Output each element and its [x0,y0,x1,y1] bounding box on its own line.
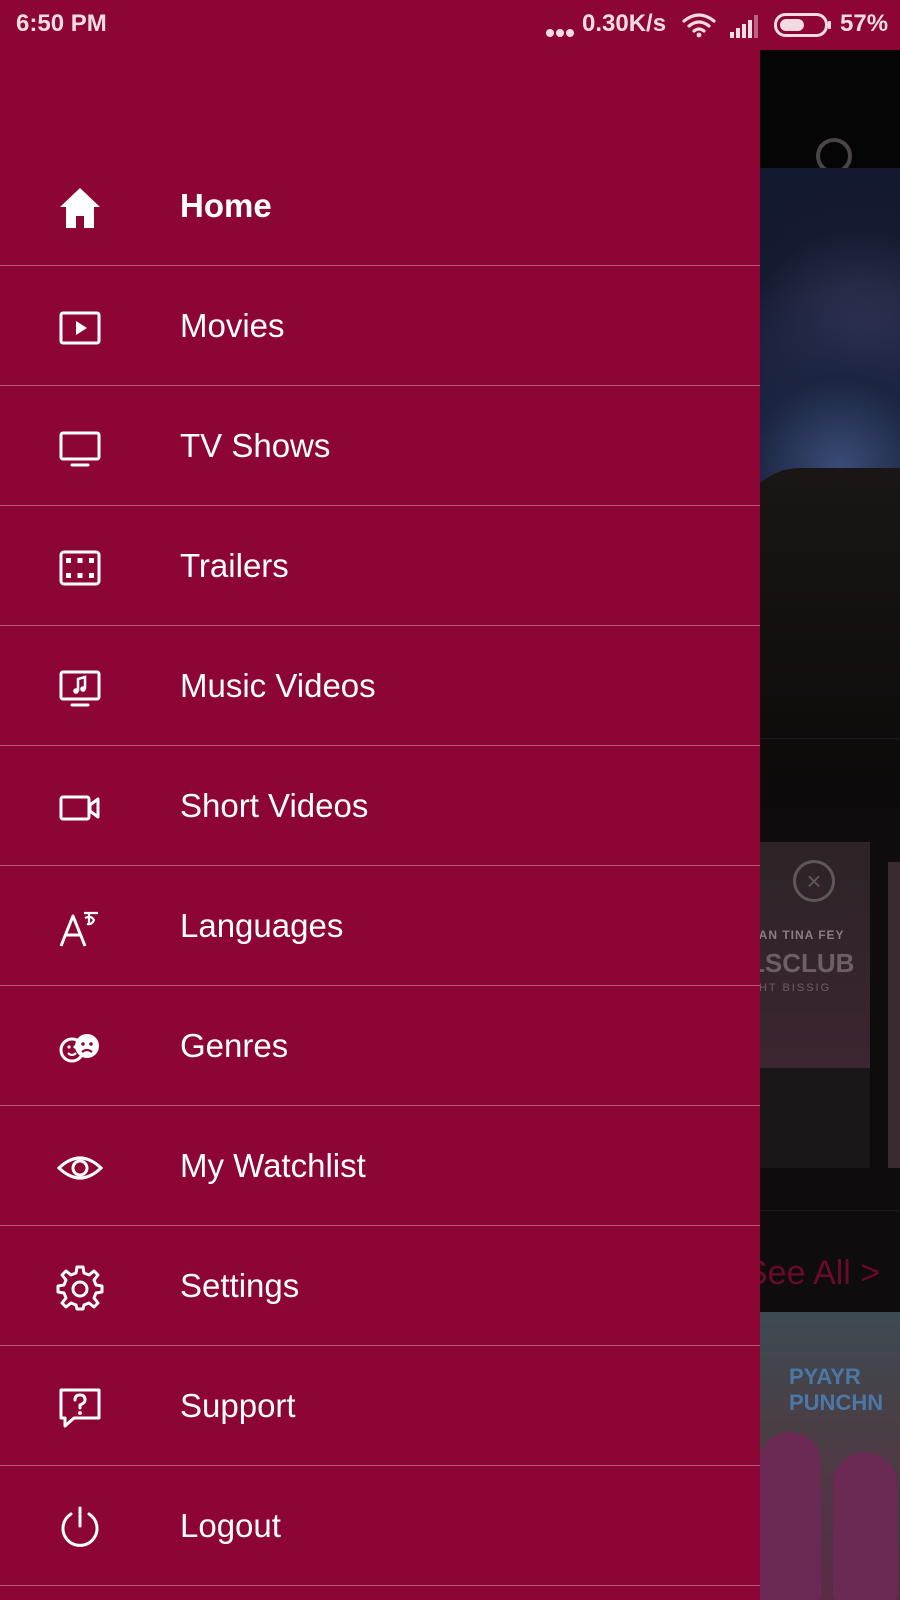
drawer-item-genres[interactable]: Genres [0,986,760,1106]
navigation-drawer: Home Movies TV Shows Trailers Music Vide… [0,50,760,1600]
drawer-item-label: Short Videos [180,787,369,824]
theater-masks-icon [56,1024,104,1072]
poster-title-line: PYAYR [789,1364,861,1389]
power-icon [56,1504,104,1552]
drawer-item-label: Logout [180,1507,281,1544]
network-speed: 0.30K/s [582,10,667,37]
poster-person [759,1432,821,1600]
drawer-item-trailers[interactable]: Trailers [0,506,760,626]
card-subtitle-text: CHT BISSIG [749,982,832,994]
wifi-icon [682,13,716,38]
drawer-item-music-videos[interactable]: Music Videos [0,626,760,746]
drawer-item-label: Trailers [180,547,289,584]
drawer-item-label: Support [180,1387,296,1424]
drawer-item-label: My Watchlist [180,1147,366,1184]
drawer-item-languages[interactable]: Languages [0,866,760,986]
drawer-item-label: Genres [180,1027,289,1064]
music-monitor-icon [56,664,104,712]
drawer-item-label: Languages [180,907,344,944]
card-poster: × HAN TINA FEY LSCLUB CHT BISSIG [745,842,870,1068]
battery-icon [774,13,831,37]
more-notifications-icon [546,24,580,37]
drawer-item-label: TV Shows [180,427,331,464]
content-card[interactable]: × HAN TINA FEY LSCLUB CHT BISSIG [745,842,870,1168]
drawer-item-movies[interactable]: Movies [0,266,760,386]
drawer-item-tv-shows[interactable]: TV Shows [0,386,760,506]
play-box-icon [56,304,104,352]
video-camera-icon [56,784,104,832]
poster-person [833,1452,897,1600]
card-credit-text: HAN TINA FEY [749,928,845,942]
status-bar: 6:50 PM 0.30K/s 57% [0,0,900,50]
drawer-item-label: Music Videos [180,667,376,704]
battery-percent: 57% [840,10,889,37]
language-icon [56,904,104,952]
drawer-item-short-videos[interactable]: Short Videos [0,746,760,866]
drawer-item-settings[interactable]: Settings [0,1226,760,1346]
card-title-text: LSCLUB [749,948,855,978]
app-screen: × HAN TINA FEY LSCLUB CHT BISSIG See All… [0,0,900,1600]
drawer-item-logout[interactable]: Logout [0,1466,760,1586]
drawer-item-label: Movies [180,307,285,344]
banner-figure [740,468,900,808]
close-icon[interactable]: × [793,860,835,902]
signal-icon [730,15,758,38]
drawer-item-my-watchlist[interactable]: My Watchlist [0,1106,760,1226]
question-bubble-icon [56,1384,104,1432]
film-strip-icon [56,544,104,592]
see-all-link[interactable]: See All > [745,1254,900,1293]
eye-icon [56,1144,104,1192]
poster-title: PYAYR PUNCHN [789,1364,883,1416]
drawer-item-support[interactable]: Support [0,1346,760,1466]
content-card[interactable] [888,862,900,1168]
divider [745,738,900,739]
tv-icon [56,424,104,472]
drawer-item-home[interactable]: Home [0,146,760,266]
divider [745,1210,900,1211]
gear-icon [56,1264,104,1312]
home-icon [56,184,104,232]
movie-poster[interactable]: PYAYR PUNCHN [745,1312,900,1600]
poster-title-line: PUNCHN [789,1390,884,1415]
status-time: 6:50 PM [16,10,107,37]
drawer-item-label: Home [180,187,272,224]
drawer-item-label: Settings [180,1267,300,1304]
